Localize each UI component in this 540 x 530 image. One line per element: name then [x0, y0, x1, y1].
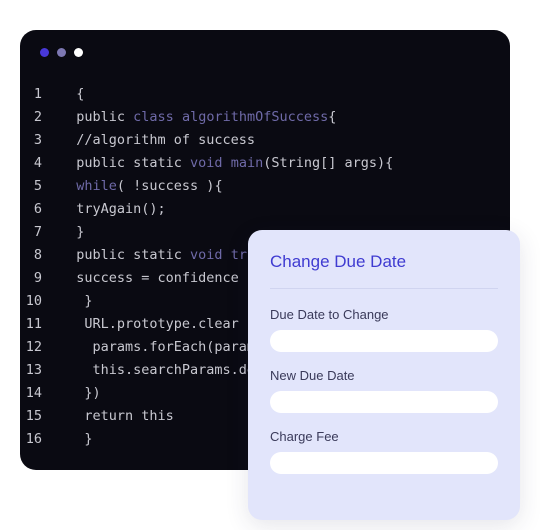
line-number: 8	[20, 244, 60, 267]
field-label: New Due Date	[270, 368, 498, 383]
traffic-light-dot[interactable]	[74, 48, 83, 57]
line-number: 3	[20, 129, 60, 152]
line-number: 5	[20, 175, 60, 198]
window-titlebar	[20, 30, 510, 65]
field-label: Charge Fee	[270, 429, 498, 444]
code-content[interactable]: //algorithm of success	[60, 129, 510, 152]
field-input[interactable]	[270, 452, 498, 474]
code-content[interactable]: {	[60, 83, 510, 106]
traffic-light-dot[interactable]	[57, 48, 66, 57]
code-line[interactable]: 2 public class algorithmOfSuccess{	[20, 106, 510, 129]
line-number: 14	[20, 382, 60, 405]
line-number: 7	[20, 221, 60, 244]
line-number: 12	[20, 336, 60, 359]
line-number: 11	[20, 313, 60, 336]
traffic-light-dot[interactable]	[40, 48, 49, 57]
code-line[interactable]: 3 //algorithm of success	[20, 129, 510, 152]
field-label: Due Date to Change	[270, 307, 498, 322]
line-number: 15	[20, 405, 60, 428]
line-number: 2	[20, 106, 60, 129]
change-due-date-modal: Change Due Date Due Date to Change New Du…	[248, 230, 520, 520]
field-input[interactable]	[270, 330, 498, 352]
modal-title: Change Due Date	[270, 252, 498, 289]
line-number: 16	[20, 428, 60, 451]
code-line[interactable]: 6 tryAgain();	[20, 198, 510, 221]
line-number: 1	[20, 83, 60, 106]
code-content[interactable]: public class algorithmOfSuccess{	[60, 106, 510, 129]
code-line[interactable]: 5 while( !success ){	[20, 175, 510, 198]
line-number: 9	[20, 267, 60, 290]
line-number: 13	[20, 359, 60, 382]
code-line[interactable]: 1 {	[20, 83, 510, 106]
code-line[interactable]: 4 public static void main(String[] args)…	[20, 152, 510, 175]
code-content[interactable]: while( !success ){	[60, 175, 510, 198]
line-number: 6	[20, 198, 60, 221]
line-number: 4	[20, 152, 60, 175]
code-content[interactable]: tryAgain();	[60, 198, 510, 221]
form-field: Due Date to Change	[270, 307, 498, 352]
line-number: 10	[20, 290, 60, 313]
field-input[interactable]	[270, 391, 498, 413]
form-field: New Due Date	[270, 368, 498, 413]
form-field: Charge Fee	[270, 429, 498, 474]
code-content[interactable]: public static void main(String[] args){	[60, 152, 510, 175]
